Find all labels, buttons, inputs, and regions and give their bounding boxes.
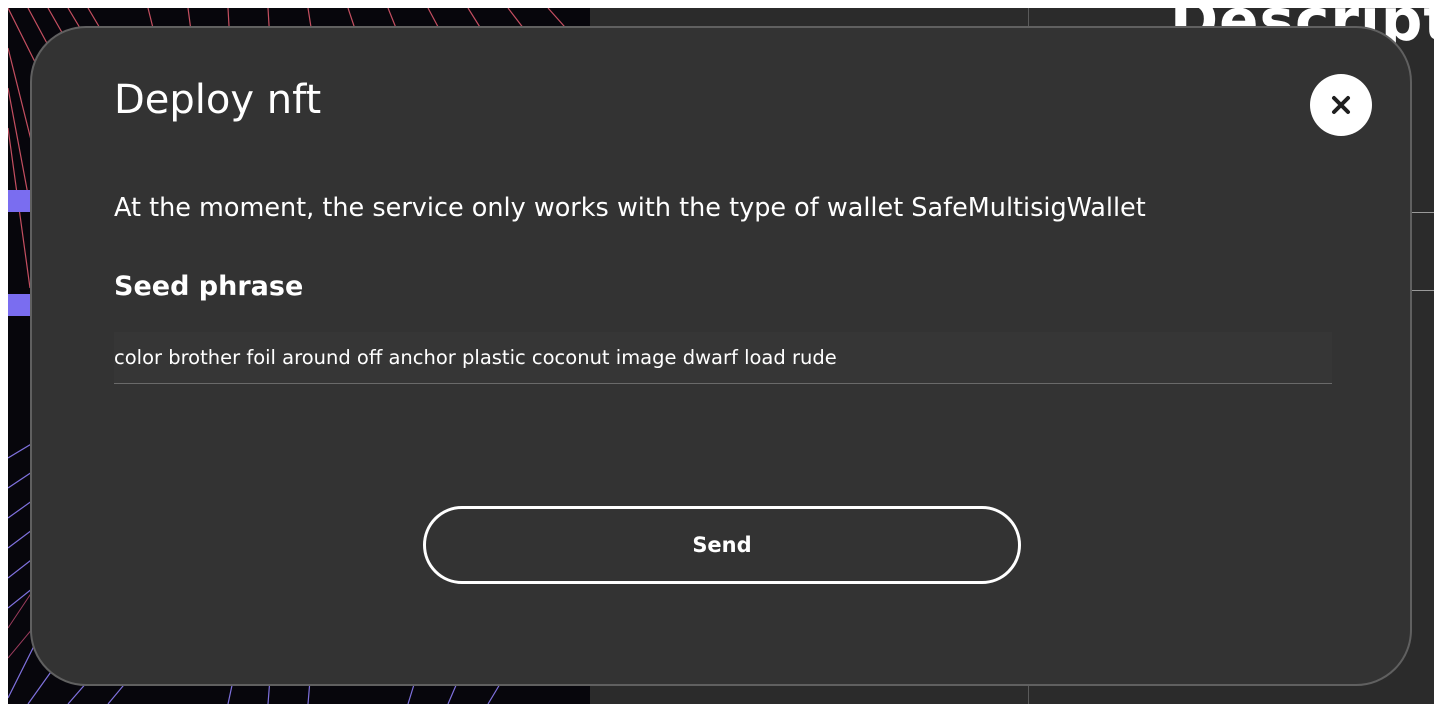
background-accent-block <box>8 190 32 212</box>
seed-phrase-input[interactable] <box>114 332 1332 384</box>
background-accent-block <box>8 294 32 316</box>
page: Descripti Deploy nft At the moment, the … <box>0 0 1434 704</box>
background-rule <box>1412 290 1434 291</box>
modal-title: Deploy nft <box>114 77 322 123</box>
close-button[interactable] <box>1310 74 1372 136</box>
send-button[interactable]: Send <box>423 506 1021 584</box>
background-rule <box>1412 212 1434 213</box>
seed-phrase-label: Seed phrase <box>114 271 304 302</box>
wallet-notice: At the moment, the service only works wi… <box>114 193 1146 223</box>
deploy-nft-modal: Deploy nft At the moment, the service on… <box>30 26 1412 686</box>
close-icon <box>1332 96 1350 114</box>
